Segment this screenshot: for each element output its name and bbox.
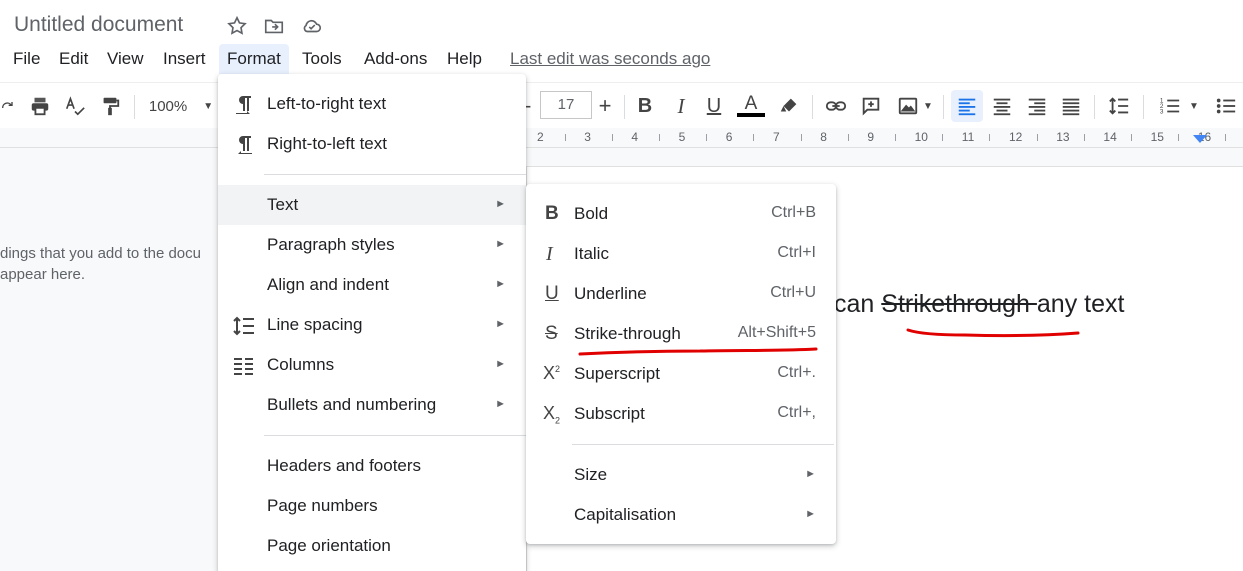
red-underline-annotations xyxy=(578,328,1080,356)
annotation-underline-text xyxy=(906,328,1080,338)
annotation-underline-menu xyxy=(578,347,818,356)
